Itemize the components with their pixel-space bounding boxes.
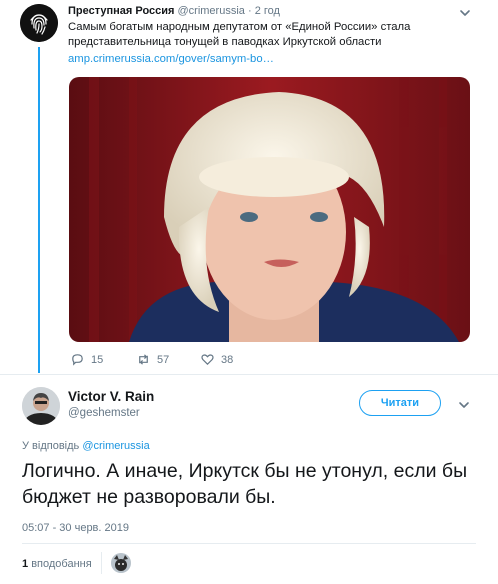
crimerussia-avatar[interactable] (20, 4, 58, 42)
avatar[interactable] (22, 387, 60, 425)
tweet-photo[interactable] (69, 77, 470, 342)
fingerprint-icon (20, 4, 58, 42)
reply-author-name[interactable]: Victor V. Rain (68, 389, 154, 405)
likes-count: 1 (22, 558, 29, 570)
original-author-handle[interactable]: @crimerussia (178, 5, 245, 17)
retweet-count: 57 (157, 353, 170, 366)
reply-icon (72, 354, 83, 366)
reply-timestamp[interactable]: 05:07 - 30 черв. 2019 (22, 521, 129, 535)
chevron-down-icon[interactable] (458, 6, 472, 20)
likes-label: вподобання (31, 558, 92, 570)
retweet-action[interactable]: 57 (136, 352, 169, 367)
reply-author-handle[interactable]: @geshemster (68, 406, 140, 421)
reply-tweet-text: Логично. А иначе, Иркутск бы не утонул, … (22, 460, 468, 508)
replying-to: У відповідь @crimerussia (22, 439, 150, 453)
reply-action[interactable]: 15 (70, 352, 103, 367)
heart-icon (201, 354, 214, 366)
original-author-name[interactable]: Преступная Россия (68, 5, 174, 17)
header-separator: · (247, 5, 252, 17)
replying-to-prefix: У відповідь (22, 440, 80, 452)
chevron-down-icon[interactable] (457, 398, 471, 412)
like-count: 38 (221, 353, 234, 366)
like-action[interactable]: 38 (200, 352, 233, 367)
divider (22, 543, 476, 544)
thread-line (38, 47, 40, 373)
divider (0, 374, 498, 375)
likes-separator (101, 552, 102, 574)
retweet-icon (139, 354, 148, 365)
original-tweet-text: Самым богатым народным депутатом от «Еди… (68, 21, 411, 48)
reply-count: 15 (91, 353, 104, 366)
replying-to-handle[interactable]: @crimerussia (82, 440, 149, 452)
original-tweet-link[interactable]: amp.crimerussia.com/gover/samym-bo… (68, 52, 274, 67)
original-tweet-header: Преступная Россия @crimerussia · 2 год (68, 4, 280, 18)
original-time[interactable]: 2 год (255, 5, 280, 17)
likes-summary[interactable]: 1 вподобання (22, 557, 92, 571)
follow-button[interactable]: Читати (359, 390, 441, 416)
liker-avatar[interactable] (111, 553, 131, 573)
